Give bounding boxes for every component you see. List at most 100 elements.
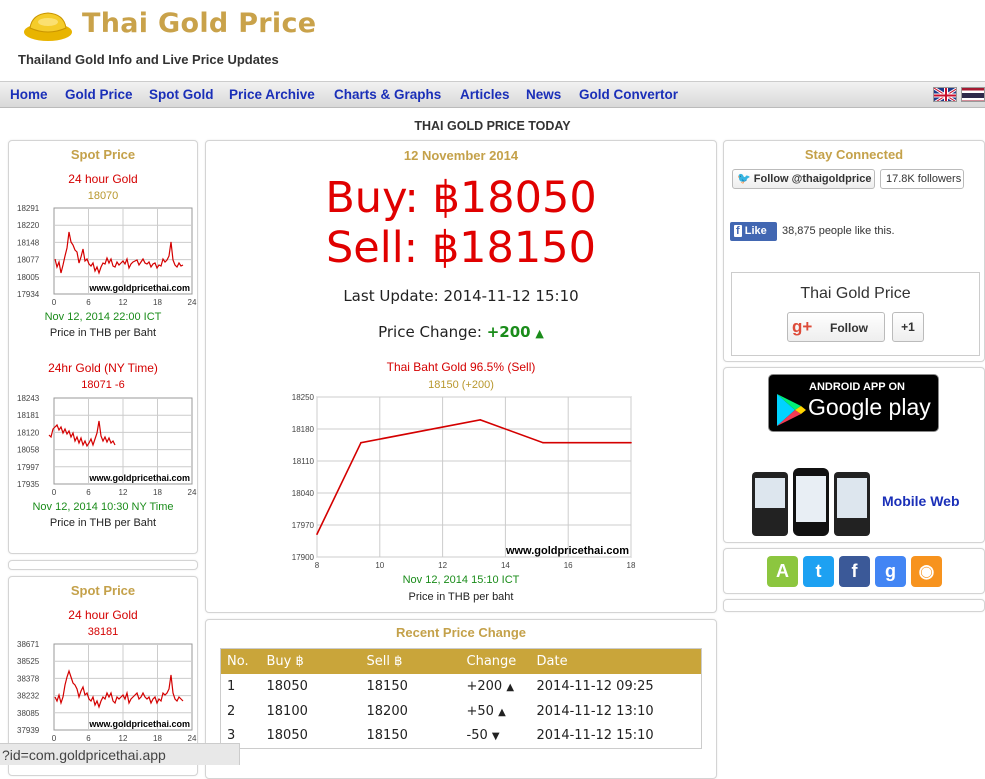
panel-title: Stay Connected [804,147,904,162]
data-point [542,441,544,444]
uk-flag-icon[interactable] [933,87,957,102]
google-play-badge[interactable]: ANDROID APP ON Google play [768,374,939,432]
android-icon[interactable]: A [767,556,798,587]
y-tick-label: 18148 [17,238,40,247]
y-tick-label: 18110 [292,457,314,466]
y-tick-label: 38671 [17,640,40,649]
y-tick-label: 17900 [292,553,315,562]
y-tick-label: 18120 [17,428,40,437]
nav-news[interactable]: News [526,87,561,102]
cell-change: +50 ▲ [461,699,531,724]
recent-price-change-panel: Recent Price Change No. Buy ฿ Sell ฿ Cha… [205,619,717,779]
x-tick-label: 14 [501,561,510,570]
gplus-plus-one-button[interactable]: +1 [892,312,924,342]
twitter-follow-button[interactable]: 🐦 Follow @thaigoldprice [732,169,875,189]
cell-buy: 18050 [266,728,308,744]
y-tick-label: 38525 [17,657,40,666]
x-tick-label: 12 [119,488,128,497]
data-point [479,419,482,421]
col-change: Change [460,648,531,674]
price-change-value: +200 [486,323,531,341]
cell-buy: 18100 [266,703,308,719]
gplus-page-name[interactable]: Thai Gold Price [732,285,979,303]
facebook-like-label: Like [744,225,767,237]
x-tick-label: 8 [315,561,320,570]
x-tick-label: 18 [153,298,162,307]
x-tick-label: 10 [375,561,384,570]
cell-no: 2 [227,703,236,719]
chart-unit: Price in THB per baht [408,591,514,603]
y-tick-label: 18058 [17,446,40,455]
rss-icon[interactable]: ◉ [911,556,942,587]
panel-title: Spot Price [70,147,136,162]
panel-divider [8,560,198,570]
arrow-up-icon: ▲ [506,681,515,693]
android-app-on-label: ANDROID APP ON [809,381,905,393]
mini-chart-24h: 18291 18220 18148 18077 18005 17934 0 6 12 18 24 ww… [17,204,197,307]
cell-sell: 18150 [366,728,408,744]
change-value: +200 [466,678,503,694]
nav-gold-convertor[interactable]: Gold Convertor [579,87,678,102]
x-tick-label: 18 [153,488,162,497]
google-plus-icon[interactable]: g [875,556,906,587]
chart-watermark: www.goldpricethai.com [88,719,190,729]
arrow-up-icon: ▲ [498,706,506,718]
twitter-icon[interactable]: t [803,556,834,587]
x-tick-label: 6 [86,488,91,497]
mobile-web-link[interactable]: Mobile Web [882,493,960,509]
y-tick-label: 38378 [17,674,40,683]
mini-chart-timestamp: Nov 12, 2014 22:00 ICT [44,311,162,323]
nav-spot-gold[interactable]: Spot Gold [149,87,214,102]
nav-charts-graphs[interactable]: Charts & Graphs [334,87,441,102]
y-tick-label: 17935 [17,480,40,489]
y-tick-label: 38085 [17,709,40,718]
facebook-icon[interactable]: f [839,556,870,587]
change-value: -50 [466,728,488,744]
today-price-panel: 12 November 2014 Buy: ฿18050 Sell: ฿1815… [205,140,717,613]
page-heading: THAI GOLD PRICE TODAY [414,119,571,133]
twitter-follow-label: Follow @thaigoldprice [753,173,872,185]
x-tick-label: 0 [52,298,57,307]
cell-date: 2014-11-12 15:10 [536,728,654,744]
mini-chart-title: 24 hour Gold [68,608,138,622]
mobile-phones-image[interactable] [752,468,870,538]
buy-price: Buy: ฿18050 [325,173,597,223]
mini-chart-title: 24hr Gold (NY Time) [48,361,158,375]
col-no: No. [220,648,261,674]
site-title[interactable]: Thai Gold Price [82,8,316,39]
y-tick-label: 17934 [17,290,40,299]
mini-chart-24h-2: 38671 38525 38378 38232 38085 37939 0 6 12 18 24 ww… [17,640,197,743]
cell-sell: 18150 [366,678,408,694]
nav-price-archive[interactable]: Price Archive [229,87,315,102]
facebook-f-icon: f [734,225,742,237]
gplus-follow-button[interactable]: g+ Follow [787,312,885,342]
mini-chart-value: 18071 -6 [81,379,125,391]
y-tick-label: 18077 [17,256,40,265]
google-plus-badge: Thai Gold Price g+ Follow +1 [731,272,980,356]
price-change-label: Price Change: [378,323,482,341]
y-tick-label: 18291 [17,204,40,213]
mini-chart-title: 24 hour Gold [68,172,138,186]
cell-buy: 18050 [266,678,308,694]
nav-gold-price[interactable]: Gold Price [65,87,133,102]
chart-watermark: www.goldpricethai.com [88,473,190,483]
thailand-flag-icon[interactable] [961,87,985,102]
arrow-up-icon: ▲ [535,327,544,340]
data-point [316,533,318,535]
facebook-like-button[interactable]: f Like [730,222,777,241]
panel-title: Recent Price Change [395,625,527,640]
y-tick-label: 38232 [17,692,40,701]
x-tick-label: 18 [153,734,162,743]
nav-home[interactable]: Home [10,87,48,102]
nav-articles[interactable]: Articles [460,87,510,102]
y-tick-label: 18250 [292,393,315,402]
thai-baht-gold-chart: 17900 17970 18040 18110 18180 18250 8 10 12 14 16 1… [292,393,636,570]
price-date: 12 November 2014 [403,148,519,163]
col-buy: Buy ฿ [260,648,361,674]
sell-price: Sell: ฿18150 [326,223,596,273]
stay-connected-panel: Stay Connected 🐦 Follow @thaigoldprice 1… [723,140,985,362]
chart-title: Thai Baht Gold 96.5% (Sell) [386,360,536,374]
table-row: 2 18100 18200 +50 ▲ 2014-11-12 13:10 [221,699,702,724]
price-change: Price Change: +200 ▲ [206,323,716,341]
google-play-label: Google play [808,394,931,420]
